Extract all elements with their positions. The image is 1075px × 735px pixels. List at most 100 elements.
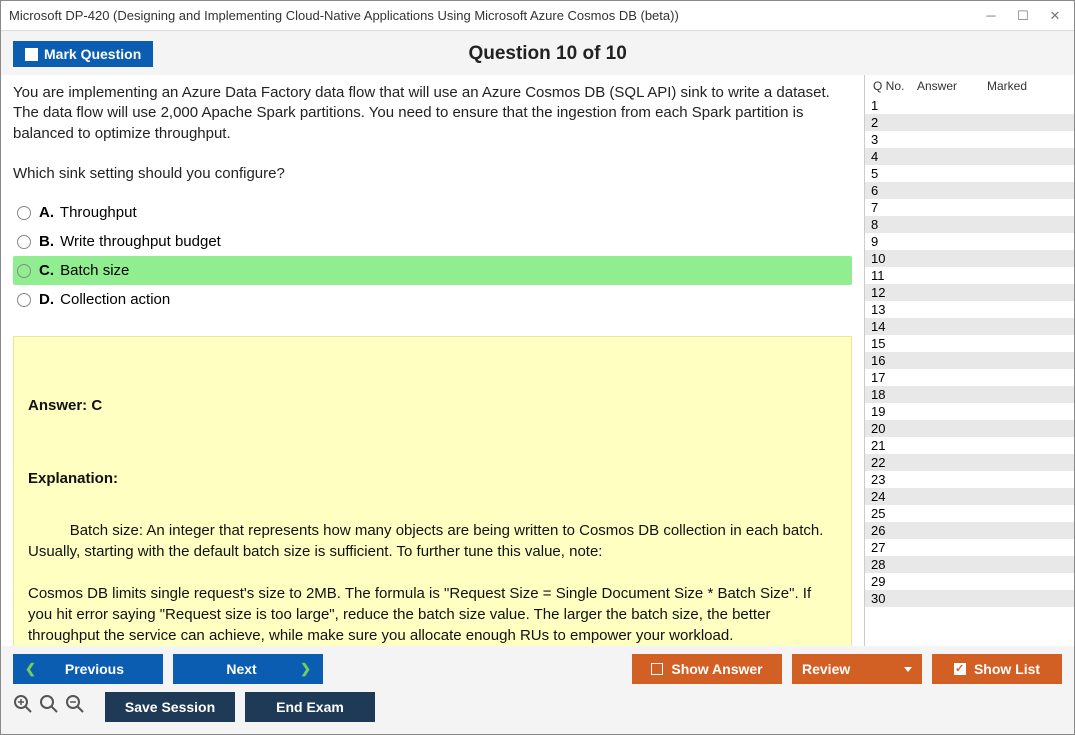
- question-row-6[interactable]: 6: [865, 182, 1074, 199]
- end-exam-button[interactable]: End Exam: [245, 692, 375, 722]
- footer-row-1: ❮ Previous Next ❯ Show Answer Review Sho…: [13, 654, 1062, 684]
- question-row-19[interactable]: 19: [865, 403, 1074, 420]
- question-row-10[interactable]: 10: [865, 250, 1074, 267]
- question-row-25[interactable]: 25: [865, 505, 1074, 522]
- row-qno: 14: [871, 319, 915, 334]
- option-D[interactable]: D. Collection action: [13, 285, 852, 314]
- close-icon[interactable]: ✕: [1048, 9, 1062, 23]
- question-row-18[interactable]: 18: [865, 386, 1074, 403]
- next-label: Next: [191, 661, 292, 677]
- row-qno: 24: [871, 489, 915, 504]
- maximize-icon[interactable]: ☐: [1016, 9, 1030, 23]
- option-letter: D.: [39, 291, 54, 308]
- row-qno: 4: [871, 149, 915, 164]
- show-answer-button[interactable]: Show Answer: [632, 654, 782, 684]
- row-qno: 19: [871, 404, 915, 419]
- show-answer-label: Show Answer: [671, 661, 762, 677]
- question-heading: Question 10 of 10: [153, 43, 942, 65]
- show-list-label: Show List: [974, 661, 1040, 677]
- question-row-13[interactable]: 13: [865, 301, 1074, 318]
- question-row-2[interactable]: 2: [865, 114, 1074, 131]
- question-row-17[interactable]: 17: [865, 369, 1074, 386]
- window-title: Microsoft DP-420 (Designing and Implemen…: [9, 8, 984, 23]
- question-row-11[interactable]: 11: [865, 267, 1074, 284]
- question-list-panel: Q No. Answer Marked 12345678910111213141…: [864, 75, 1074, 646]
- question-row-28[interactable]: 28: [865, 556, 1074, 573]
- row-qno: 8: [871, 217, 915, 232]
- row-qno: 17: [871, 370, 915, 385]
- question-row-8[interactable]: 8: [865, 216, 1074, 233]
- question-scroll-area[interactable]: You are implementing an Azure Data Facto…: [1, 75, 864, 646]
- zoom-in-icon[interactable]: [13, 694, 33, 720]
- question-row-15[interactable]: 15: [865, 335, 1074, 352]
- show-list-button[interactable]: Show List: [932, 654, 1062, 684]
- question-row-14[interactable]: 14: [865, 318, 1074, 335]
- option-A[interactable]: A. Throughput: [13, 198, 852, 227]
- radio-icon: [17, 206, 31, 220]
- option-text: Write throughput budget: [60, 233, 221, 250]
- question-row-23[interactable]: 23: [865, 471, 1074, 488]
- chevron-left-icon: ❮: [25, 661, 36, 677]
- row-qno: 25: [871, 506, 915, 521]
- option-text: Batch size: [60, 262, 129, 279]
- row-qno: 9: [871, 234, 915, 249]
- row-qno: 3: [871, 132, 915, 147]
- save-session-button[interactable]: Save Session: [105, 692, 235, 722]
- app-window: Microsoft DP-420 (Designing and Implemen…: [0, 0, 1075, 735]
- minimize-icon[interactable]: ─: [984, 9, 998, 23]
- question-row-29[interactable]: 29: [865, 573, 1074, 590]
- option-B[interactable]: B. Write throughput budget: [13, 227, 852, 256]
- zoom-out-icon[interactable]: [65, 694, 85, 720]
- row-qno: 29: [871, 574, 915, 589]
- radio-icon: [17, 264, 31, 278]
- window-controls: ─ ☐ ✕: [984, 9, 1062, 23]
- question-row-9[interactable]: 9: [865, 233, 1074, 250]
- question-row-22[interactable]: 22: [865, 454, 1074, 471]
- row-qno: 30: [871, 591, 915, 606]
- option-text: Throughput: [60, 204, 137, 221]
- row-qno: 7: [871, 200, 915, 215]
- header-marked: Marked: [987, 79, 1072, 93]
- question-row-1[interactable]: 1: [865, 97, 1074, 114]
- question-row-27[interactable]: 27: [865, 539, 1074, 556]
- header-answer: Answer: [917, 79, 987, 93]
- question-row-20[interactable]: 20: [865, 420, 1074, 437]
- question-row-26[interactable]: 26: [865, 522, 1074, 539]
- question-row-4[interactable]: 4: [865, 148, 1074, 165]
- square-icon: [651, 663, 663, 675]
- option-letter: A.: [39, 204, 54, 221]
- mark-question-label: Mark Question: [44, 46, 141, 62]
- question-row-12[interactable]: 12: [865, 284, 1074, 301]
- mark-question-button[interactable]: Mark Question: [13, 41, 153, 67]
- row-qno: 20: [871, 421, 915, 436]
- zoom-reset-icon[interactable]: [39, 694, 59, 720]
- previous-label: Previous: [44, 661, 145, 677]
- explanation-title: Explanation:: [28, 468, 837, 489]
- question-row-3[interactable]: 3: [865, 131, 1074, 148]
- question-row-7[interactable]: 7: [865, 199, 1074, 216]
- answer-explanation-box: Answer: C Explanation: Batch size: An in…: [13, 336, 852, 646]
- header-row: Mark Question Question 10 of 10: [1, 31, 1074, 75]
- question-row-16[interactable]: 16: [865, 352, 1074, 369]
- row-qno: 2: [871, 115, 915, 130]
- row-qno: 18: [871, 387, 915, 402]
- next-button[interactable]: Next ❯: [173, 654, 323, 684]
- previous-button[interactable]: ❮ Previous: [13, 654, 163, 684]
- question-row-21[interactable]: 21: [865, 437, 1074, 454]
- main-column: You are implementing an Azure Data Facto…: [1, 75, 864, 646]
- question-row-5[interactable]: 5: [865, 165, 1074, 182]
- question-row-30[interactable]: 30: [865, 590, 1074, 607]
- row-qno: 28: [871, 557, 915, 572]
- grid-body[interactable]: 1234567891011121314151617181920212223242…: [865, 97, 1074, 646]
- question-row-24[interactable]: 24: [865, 488, 1074, 505]
- footer-row-2: Save Session End Exam: [13, 692, 1062, 722]
- chevron-down-icon: [904, 667, 912, 672]
- row-qno: 10: [871, 251, 915, 266]
- row-qno: 15: [871, 336, 915, 351]
- zoom-controls: [13, 694, 85, 720]
- option-C[interactable]: C. Batch size: [13, 256, 852, 285]
- header-qno: Q No.: [867, 79, 917, 93]
- option-text: Collection action: [60, 291, 170, 308]
- review-button[interactable]: Review: [792, 654, 922, 684]
- radio-icon: [17, 235, 31, 249]
